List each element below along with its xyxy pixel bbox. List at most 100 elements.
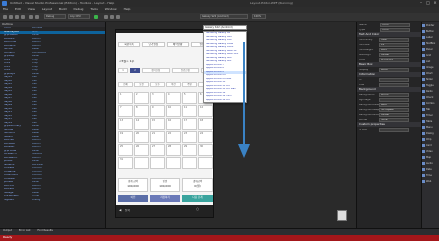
prop-value[interactable]: block [379, 68, 409, 72]
config-select[interactable]: Debug [44, 14, 66, 19]
calendar-day[interactable]: 14 [134, 118, 149, 130]
prop-value[interactable]: center [379, 53, 409, 57]
open-icon[interactable] [9, 15, 13, 19]
calendar-day[interactable]: 5 [182, 92, 197, 104]
tab-find-results[interactable]: Find Results [37, 229, 53, 232]
back-icon[interactable]: ◀ [119, 209, 121, 212]
prev-button[interactable]: 이전 [118, 195, 148, 202]
prop-value[interactable]: Bold [379, 48, 409, 52]
toolbox-item[interactable]: Video [422, 150, 438, 155]
step-chip[interactable]: 1 [118, 68, 128, 73]
toolbox-item[interactable]: Chip [422, 138, 438, 143]
calendar-day[interactable] [198, 157, 213, 169]
menu-window[interactable]: Window [105, 7, 117, 11]
toolbox-item[interactable]: Toggle [422, 84, 438, 89]
prop-value[interactable]: Form [379, 23, 410, 27]
device-select[interactable]: Galaxy S22 (Android) [200, 14, 248, 19]
calendar-day[interactable]: 2 [134, 92, 149, 104]
redo-icon[interactable] [35, 15, 39, 19]
toolbox-item[interactable]: Menu [422, 126, 438, 131]
filter-chip[interactable]: 오전 [134, 82, 149, 87]
filter-chip[interactable]: 야간 [166, 82, 181, 87]
toolbox-item[interactable]: Tab [422, 108, 438, 113]
align-left-icon[interactable] [104, 15, 108, 19]
toolbox-item[interactable]: Label [422, 36, 438, 41]
calendar-day[interactable] [134, 157, 149, 169]
toolbox-item[interactable]: Panel [422, 48, 438, 53]
toolbox-item[interactable]: Button [422, 30, 438, 35]
menu-help[interactable]: Help [124, 7, 131, 11]
zoom-select[interactable]: 100% [252, 14, 266, 19]
calendar-day[interactable] [150, 157, 165, 169]
menu-debug[interactable]: Debug [74, 7, 84, 11]
menu-layout[interactable]: Layout [42, 7, 52, 11]
menu-tools[interactable]: Tools [90, 7, 97, 11]
toolbox-item[interactable]: Map [422, 156, 438, 161]
menu-view[interactable]: View [28, 7, 35, 11]
calendar-day[interactable]: 17 [182, 118, 197, 130]
step-chip[interactable]: 2 [130, 68, 140, 73]
home-icon[interactable]: ○ [196, 207, 199, 212]
calendar-day[interactable]: 13 [118, 118, 133, 130]
calendar-day[interactable]: 9 [150, 105, 165, 117]
toolbox-item[interactable]: Table [422, 120, 438, 125]
calendar-day[interactable]: 18 [198, 118, 213, 130]
toolbox-item[interactable]: Card [422, 144, 438, 149]
tab-error-list[interactable]: Error List [19, 229, 31, 232]
prop-value[interactable]: #ffffff [379, 93, 409, 97]
footer-label[interactable]: 닫기 [125, 209, 130, 212]
toolbox-item[interactable]: Time [422, 174, 438, 179]
tree-row[interactable]: dlgAlert Dialog [0, 199, 105, 203]
calendar-day[interactable]: 29 [182, 144, 197, 156]
toolbox-item[interactable]: Audio [422, 162, 438, 167]
members-button[interactable]: 회원목록 [118, 42, 141, 47]
save-all-icon[interactable] [21, 15, 25, 19]
step-chip[interactable]: 진료신청 [171, 68, 199, 73]
calendar-day[interactable]: 28 [166, 144, 181, 156]
calendar-day[interactable]: 16 [166, 118, 181, 130]
price-button[interactable]: 단가설정 [142, 42, 165, 47]
prop-value[interactable]: auto [379, 103, 409, 107]
maximize-icon[interactable]: □ [425, 1, 431, 6]
calendar-day[interactable]: 12 [198, 105, 213, 117]
device-dropdown-field[interactable]: Galaxy S22 (Android) [203, 25, 247, 30]
menu-edit[interactable]: Edit [15, 7, 21, 11]
device-preview-icon[interactable] [337, 210, 347, 221]
prop-value[interactable]: 14 [379, 43, 409, 47]
prop-value[interactable]: center [379, 113, 409, 117]
prop-value[interactable] [379, 78, 409, 82]
prop-value[interactable]: #333333 [379, 58, 409, 62]
toolbox-item[interactable]: Check [422, 96, 438, 101]
prop-value[interactable]: no-repeat [379, 108, 409, 112]
calendar-day[interactable]: 20 [134, 131, 149, 143]
calendar-day[interactable]: 10 [166, 105, 181, 117]
toolbox-item[interactable]: Pointer [422, 24, 438, 29]
calendar-day[interactable]: 26 [134, 144, 149, 156]
calendar-day[interactable]: 3 [150, 92, 165, 104]
align-right-icon[interactable] [116, 15, 120, 19]
calendar-day[interactable]: 23 [182, 131, 197, 143]
close-icon[interactable]: × [432, 1, 438, 6]
calendar-day[interactable]: 21 [150, 131, 165, 143]
toolbox-item[interactable]: List [422, 60, 438, 65]
prop-value[interactable] [379, 128, 409, 132]
calendar-day[interactable]: 1 [118, 92, 133, 104]
calendar-day[interactable]: 25 [118, 144, 133, 156]
calendar-day[interactable]: 30 [198, 144, 213, 156]
calendar-day[interactable]: 31 [118, 157, 133, 169]
calendar-day[interactable]: 11 [182, 105, 197, 117]
reservation-button[interactable]: 예약현황 [166, 42, 189, 47]
toolbox-item[interactable]: Date [422, 168, 438, 173]
calendar-day[interactable]: 27 [150, 144, 165, 156]
calendar-day[interactable]: 7 [118, 105, 133, 117]
prop-value[interactable] [379, 83, 409, 87]
align-center-icon[interactable] [110, 15, 114, 19]
step-chip[interactable]: 정기신청 [142, 68, 170, 73]
next-button[interactable]: 다음 단계 [182, 195, 213, 202]
calendar-day[interactable]: 24 [198, 131, 213, 143]
save-icon[interactable] [15, 15, 19, 19]
toolbox-item[interactable]: Grid [422, 54, 438, 59]
menu-file[interactable]: File [3, 7, 8, 11]
toolbox-item[interactable]: Web [422, 180, 438, 185]
toolbox-item[interactable]: TextBox [422, 42, 438, 47]
